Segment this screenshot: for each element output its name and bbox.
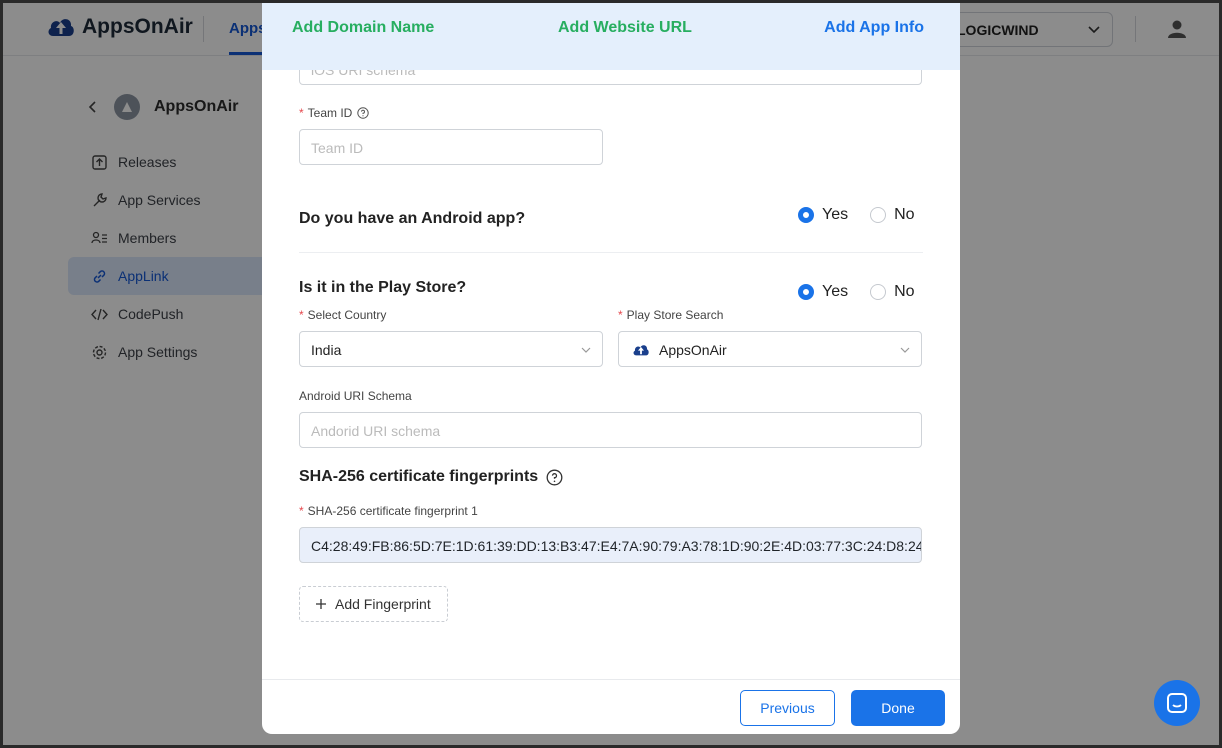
help-circle-icon[interactable] [546, 469, 563, 486]
add-fingerprint-button[interactable]: Add Fingerprint [299, 586, 448, 622]
android-app-question: Do you have an Android app? [299, 210, 526, 227]
step-add-website-url[interactable]: Add Website URL [558, 19, 692, 37]
step-add-domain-name[interactable]: Add Domain Name [292, 19, 434, 37]
playstore-no-radio[interactable]: No [870, 283, 915, 301]
required-asterisk: * [299, 308, 304, 322]
step-add-app-info[interactable]: Add App Info [824, 19, 924, 37]
section-divider [299, 252, 923, 253]
playstore-search-value: AppsOnAir [659, 342, 727, 358]
appsonair-app-icon [633, 345, 649, 356]
team-id-placeholder: Team ID [311, 140, 364, 156]
select-country-label-text: Select Country [307, 308, 387, 322]
playstore-question: Is it in the Play Store? [299, 279, 467, 296]
android-uri-schema-placeholder: Andorid URI schema [311, 423, 441, 439]
radio-label: Yes [822, 283, 849, 300]
team-id-input[interactable]: Team ID [299, 129, 603, 165]
plus-icon [316, 599, 326, 609]
sha-section-title: SHA-256 certificate fingerprints [299, 468, 539, 485]
country-value: India [311, 342, 342, 358]
sha-fingerprint-input[interactable]: C4:28:49:FB:86:5D:7E:1D:61:39:DD:13:B3:4… [299, 527, 922, 563]
sha-fingerprint-label-text: SHA-256 certificate fingerprint 1 [307, 504, 478, 518]
radio-label: No [894, 283, 915, 300]
radio-label: No [894, 206, 915, 223]
android-no-radio[interactable]: No [870, 206, 915, 224]
select-country-label: * Select Country [299, 308, 386, 322]
radio-label: Yes [822, 206, 849, 223]
team-id-label-text: Team ID [307, 106, 353, 120]
required-asterisk: * [618, 308, 623, 322]
radio-unselected-icon [870, 207, 887, 223]
radio-unselected-icon [870, 284, 887, 300]
stepper: Add Domain Name Add Website URL Add App … [262, 3, 960, 70]
add-fingerprint-label: Add Fingerprint [335, 596, 431, 612]
required-asterisk: * [299, 504, 304, 518]
radio-selected-icon [798, 207, 814, 223]
previous-button[interactable]: Previous [740, 690, 835, 726]
modal-footer: Previous Done [262, 679, 960, 734]
country-select[interactable]: India [299, 331, 603, 367]
playstore-search-label: * Play Store Search [618, 308, 723, 322]
android-app-radio-group: Yes No [798, 206, 937, 224]
android-uri-schema-input[interactable]: Andorid URI schema [299, 412, 922, 448]
chat-icon [1167, 693, 1187, 713]
playstore-yes-radio[interactable]: Yes [798, 283, 848, 301]
android-uri-schema-label: Android URI Schema [299, 389, 412, 403]
required-asterisk: * [299, 106, 304, 120]
radio-selected-icon [798, 284, 814, 300]
chevron-down-icon [581, 347, 591, 353]
chevron-down-icon [900, 347, 910, 353]
add-app-info-modal: Add Domain Name Add Website URL Add App … [262, 3, 960, 734]
sha-fingerprint-value: C4:28:49:FB:86:5D:7E:1D:61:39:DD:13:B3:4… [311, 538, 922, 554]
done-button[interactable]: Done [851, 690, 945, 726]
android-yes-radio[interactable]: Yes [798, 206, 848, 224]
playstore-search-select[interactable]: AppsOnAir [618, 331, 922, 367]
team-id-label: * Team ID [299, 106, 370, 120]
sha-fingerprint-label: * SHA-256 certificate fingerprint 1 [299, 504, 478, 518]
playstore-radio-group: Yes No [798, 283, 937, 301]
sha-section-header: SHA-256 certificate fingerprints [299, 468, 563, 486]
help-circle-icon[interactable] [357, 107, 370, 119]
chat-support-button[interactable] [1154, 680, 1200, 726]
playstore-search-label-text: Play Store Search [626, 308, 724, 322]
